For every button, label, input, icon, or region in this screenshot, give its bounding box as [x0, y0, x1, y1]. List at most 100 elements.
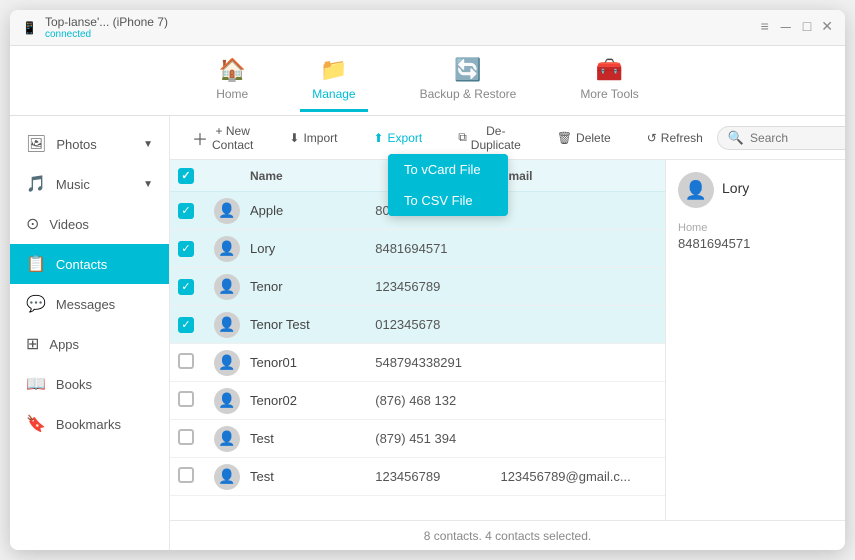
sidebar-contacts-label: Contacts [56, 257, 107, 272]
titlebar-controls: ≡ － □ ✕ [761, 18, 833, 38]
nav-more[interactable]: 🧰 More Tools [568, 49, 650, 112]
nav-backup[interactable]: 🔄 Backup & Restore [408, 49, 529, 112]
close-icon[interactable]: ✕ [821, 18, 833, 38]
export-vcard-item[interactable]: To vCard File [388, 154, 508, 185]
contacts-icon: 📋 [26, 254, 46, 274]
device-name: Top-lanse'... (iPhone 7) [45, 15, 168, 29]
row-name: Test [250, 469, 375, 484]
checkbox-8[interactable] [178, 467, 194, 483]
sidebar-item-messages[interactable]: 💬 Messages [10, 284, 169, 324]
avatar: 👤 [214, 312, 240, 338]
table-row[interactable]: 👤 Tenor Test 012345678 [170, 306, 665, 344]
table-row[interactable]: 👤 Lory 8481694571 [170, 230, 665, 268]
nav-home[interactable]: 🏠 Home [204, 49, 260, 112]
contact-detail-name: Lory [722, 180, 749, 196]
checkbox-7[interactable] [178, 429, 194, 445]
row-name: Apple [250, 203, 375, 218]
table-row[interactable]: 👤 Tenor 123456789 [170, 268, 665, 306]
checkbox-4[interactable] [178, 317, 194, 333]
nav-backup-label: Backup & Restore [420, 87, 517, 101]
row-avatar: 👤 [214, 350, 250, 376]
row-check[interactable] [178, 429, 214, 448]
books-icon: 📖 [26, 374, 46, 394]
sidebar-apps-label: Apps [49, 337, 79, 352]
checkbox-2[interactable] [178, 241, 194, 257]
row-check[interactable] [178, 467, 214, 486]
row-avatar: 👤 [214, 388, 250, 414]
table-row[interactable]: 👤 Test (879) 451 394 [170, 420, 665, 458]
delete-button[interactable]: 🗑 Delete [547, 126, 621, 150]
checkbox-5[interactable] [178, 353, 194, 369]
row-name: Tenor01 [250, 355, 375, 370]
sidebar-books-label: Books [56, 377, 92, 392]
row-check[interactable] [178, 278, 214, 295]
content-area: 🖼 Photos ▼ 🎵 Music ▼ ⊙ Videos 📋 Contacts… [10, 116, 845, 550]
import-button[interactable]: ⬇ Import [279, 126, 347, 150]
device-status: connected [45, 29, 168, 40]
header-name: Name [250, 169, 375, 183]
new-contact-button[interactable]: ＋ + New Contact [182, 119, 263, 157]
export-dropdown: To vCard File To CSV File [388, 154, 508, 216]
device-icon: 📱 [22, 21, 37, 35]
main-window: 📱 Top-lanse'... (iPhone 7) connected ≡ －… [10, 10, 845, 550]
main-panel: ＋ + New Contact ⬇ Import ⬆ Export To vCa… [170, 116, 845, 550]
refresh-icon: ↺ [647, 131, 657, 145]
table-row[interactable]: 👤 Test 123456789 123456789@gmail.c... [170, 458, 665, 496]
contact-detail-header: 👤 Lory [678, 172, 833, 214]
status-text: 8 contacts. 4 contacts selected. [424, 529, 591, 543]
sidebar-item-music[interactable]: 🎵 Music ▼ [10, 164, 169, 204]
phone-value: 8481694571 [678, 236, 833, 251]
table-row[interactable]: 👤 Tenor01 548794338291 [170, 344, 665, 382]
export-label: Export [388, 131, 423, 145]
delete-icon: 🗑 [557, 131, 572, 145]
minimize-icon[interactable]: － [779, 18, 793, 38]
row-check[interactable] [178, 316, 214, 333]
header-check [178, 168, 214, 184]
row-check[interactable] [178, 391, 214, 410]
row-name: Tenor Test [250, 317, 375, 332]
table-area: Name Email 👤 Apple 800 692 7753 [170, 160, 845, 520]
bookmarks-icon: 🔖 [26, 414, 46, 434]
search-input[interactable] [750, 131, 845, 145]
row-phone: 123456789 [375, 469, 500, 484]
deduplicate-button[interactable]: ⧉ De-Duplicate [448, 119, 531, 157]
row-avatar: 👤 [214, 274, 250, 300]
row-name: Lory [250, 241, 375, 256]
refresh-button[interactable]: ↺ Refresh [637, 126, 713, 150]
row-phone: 8481694571 [375, 241, 500, 256]
deduplicate-label: De-Duplicate [471, 124, 521, 152]
more-icon: 🧰 [596, 57, 623, 83]
checkbox-3[interactable] [178, 279, 194, 295]
messages-icon: 💬 [26, 294, 46, 314]
row-check[interactable] [178, 202, 214, 219]
nav-manage-label: Manage [312, 87, 355, 101]
sidebar-item-books[interactable]: 📖 Books [10, 364, 169, 404]
export-button[interactable]: ⬆ Export [363, 126, 432, 150]
avatar: 👤 [214, 274, 240, 300]
row-check[interactable] [178, 240, 214, 257]
checkbox-1[interactable] [178, 203, 194, 219]
row-check[interactable] [178, 353, 214, 372]
maximize-icon[interactable]: □ [803, 18, 811, 38]
select-all-checkbox[interactable] [178, 168, 194, 184]
avatar: 👤 [214, 426, 240, 452]
row-avatar: 👤 [214, 426, 250, 452]
menu-icon[interactable]: ≡ [761, 18, 769, 38]
sidebar-item-bookmarks[interactable]: 🔖 Bookmarks [10, 404, 169, 444]
checkbox-6[interactable] [178, 391, 194, 407]
avatar: 👤 [214, 198, 240, 224]
export-csv-item[interactable]: To CSV File [388, 185, 508, 216]
table-row[interactable]: 👤 Tenor02 (876) 468 132 [170, 382, 665, 420]
navbar: 🏠 Home 📁 Manage 🔄 Backup & Restore 🧰 Mor… [10, 46, 845, 116]
status-bar: 8 contacts. 4 contacts selected. [170, 520, 845, 550]
sidebar-item-photos[interactable]: 🖼 Photos ▼ [10, 124, 169, 164]
sidebar-item-contacts[interactable]: 📋 Contacts [10, 244, 169, 284]
sidebar-photos-label: Photos [56, 137, 96, 152]
nav-manage[interactable]: 📁 Manage [300, 49, 367, 112]
music-arrow: ▼ [143, 179, 153, 190]
search-box: 🔍 [717, 126, 845, 150]
sidebar-item-apps[interactable]: ⊞ Apps [10, 324, 169, 364]
manage-icon: 📁 [320, 57, 347, 83]
sidebar-item-videos[interactable]: ⊙ Videos [10, 204, 169, 244]
search-icon: 🔍 [728, 130, 744, 146]
